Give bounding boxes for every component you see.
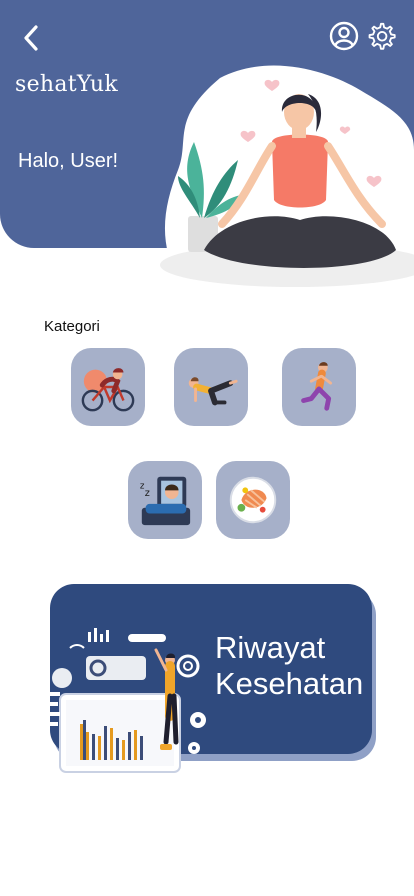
sleeping-person-icon: z z: [140, 476, 191, 526]
meditation-illustration: [160, 65, 414, 287]
greeting-text: Halo, User!: [18, 150, 119, 172]
category-running-button[interactable]: [282, 348, 356, 426]
back-arrow-icon[interactable]: [16, 22, 48, 54]
category-sleep-button[interactable]: z z: [128, 461, 202, 539]
runner-icon: [301, 362, 333, 411]
app-title: sehatYuk: [15, 72, 118, 97]
gear-icon[interactable]: [366, 21, 396, 51]
category-exercise-button[interactable]: [174, 348, 248, 426]
svg-text:z: z: [145, 488, 150, 499]
category-food-button[interactable]: [216, 461, 290, 539]
user-circle-icon[interactable]: [328, 20, 360, 52]
stretching-icon: [188, 377, 238, 406]
analytics-illustration: [48, 628, 206, 773]
category-cycling-button[interactable]: [71, 348, 145, 426]
health-history-card[interactable]: Riwayat Kesehatan: [48, 584, 372, 773]
cyclist-icon: [81, 368, 135, 412]
health-history-label: Riwayat Kesehatan: [215, 630, 364, 701]
healthy-food-icon: [229, 476, 277, 524]
category-title: Kategori: [44, 318, 100, 335]
